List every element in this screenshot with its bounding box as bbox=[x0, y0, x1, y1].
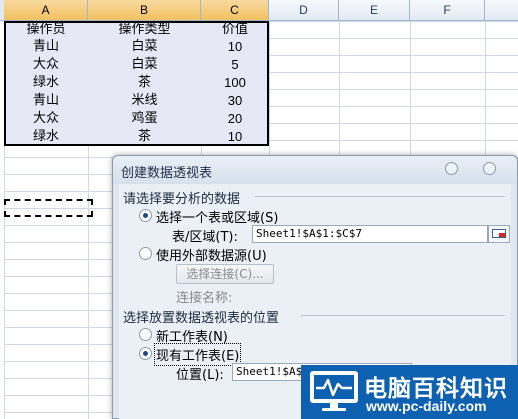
table-cell[interactable]: 青山 bbox=[4, 92, 88, 109]
column-header-b[interactable]: B bbox=[88, 0, 201, 21]
table-range-input[interactable]: Sheet1!$A$1:$C$7 bbox=[252, 225, 488, 243]
monitor-logo-icon bbox=[310, 371, 358, 411]
collapse-dialog-icon[interactable] bbox=[488, 225, 510, 243]
label-select-table-range[interactable]: 选择一个表或区域(S) bbox=[156, 207, 278, 226]
table-cell[interactable]: 茶 bbox=[88, 74, 201, 91]
close-button[interactable] bbox=[483, 162, 496, 175]
column-header-a[interactable]: A bbox=[4, 0, 88, 21]
column-header-e[interactable]: E bbox=[339, 0, 410, 21]
label-new-worksheet[interactable]: 新工作表(N) bbox=[156, 326, 228, 345]
table-cell[interactable]: 30 bbox=[201, 92, 269, 109]
dialog-title: 创建数据透视表 bbox=[121, 166, 213, 181]
column-header-d[interactable]: D bbox=[269, 0, 339, 21]
help-button[interactable] bbox=[445, 162, 458, 175]
radio-external-data-source[interactable] bbox=[139, 247, 152, 260]
table-cell[interactable]: 茶 bbox=[88, 128, 201, 145]
column-header-f[interactable]: F bbox=[410, 0, 485, 21]
section-divider bbox=[301, 315, 505, 316]
radio-existing-worksheet[interactable] bbox=[139, 347, 152, 360]
cell-a1[interactable]: 操作员 bbox=[4, 21, 88, 38]
column-header-c[interactable]: C bbox=[201, 0, 269, 21]
table-cell[interactable]: 鸡蛋 bbox=[88, 110, 201, 127]
choose-connection-button[interactable]: 选择连接(C)... bbox=[176, 264, 274, 284]
radio-select-table-range[interactable] bbox=[139, 209, 152, 222]
label-location: 位置(L): bbox=[176, 368, 224, 383]
table-cell[interactable]: 100 bbox=[201, 74, 269, 91]
label-external-data-source[interactable]: 使用外部数据源(U) bbox=[156, 245, 267, 264]
cell-b1[interactable]: 操作类型 bbox=[88, 21, 201, 38]
radio-new-worksheet[interactable] bbox=[139, 328, 152, 341]
table-cell[interactable]: 绿水 bbox=[4, 74, 88, 91]
dialog-titlebar[interactable]: 创建数据透视表 bbox=[113, 156, 517, 184]
cell-c1[interactable]: 价值 bbox=[201, 21, 269, 38]
label-table-range: 表/区域(T): bbox=[172, 230, 238, 245]
column-header-g[interactable] bbox=[485, 0, 518, 21]
section-location-heading: 选择放置数据透视表的位置 bbox=[123, 311, 280, 326]
table-cell[interactable]: 10 bbox=[201, 128, 269, 145]
table-cell[interactable]: 青山 bbox=[4, 38, 88, 55]
table-cell[interactable]: 绿水 bbox=[4, 128, 88, 145]
table-cell[interactable]: 大众 bbox=[4, 110, 88, 127]
table-cell[interactable]: 10 bbox=[201, 38, 269, 55]
table-cell[interactable]: 米线 bbox=[88, 92, 201, 109]
table-cell[interactable]: 白菜 bbox=[88, 56, 201, 73]
label-existing-worksheet[interactable]: 现有工作表(E) bbox=[153, 343, 242, 366]
table-cell[interactable]: 白菜 bbox=[88, 38, 201, 55]
section-divider bbox=[255, 196, 505, 197]
destination-cell-marquee[interactable] bbox=[4, 199, 93, 217]
section-data-source-heading: 请选择要分析的数据 bbox=[123, 192, 241, 207]
label-connection-name: 连接名称: bbox=[176, 291, 233, 306]
table-cell[interactable]: 20 bbox=[201, 110, 269, 127]
table-cell[interactable]: 5 bbox=[201, 56, 269, 73]
table-cell[interactable]: 大众 bbox=[4, 56, 88, 73]
watermark-url: www.pc-daily.com bbox=[366, 398, 487, 414]
